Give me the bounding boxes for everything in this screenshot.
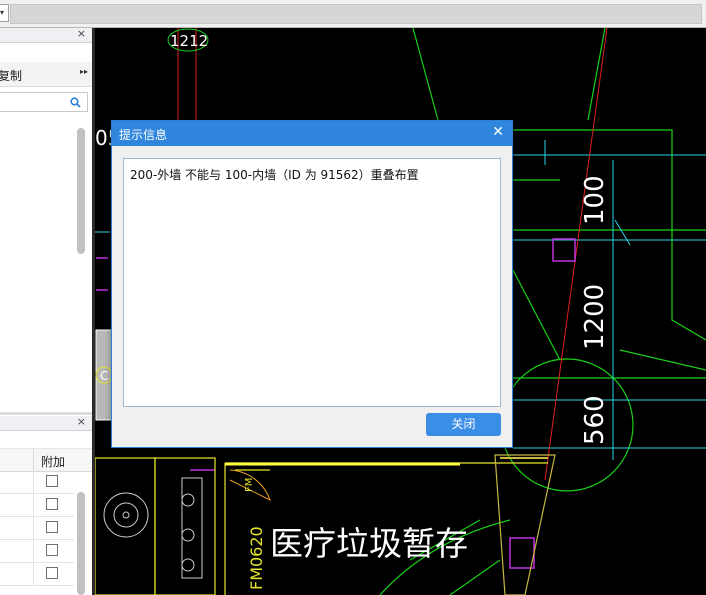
cad-circle-letter: C (100, 369, 108, 383)
dialog-title: 提示信息 (119, 128, 168, 142)
cad-room-name: 医疗垃圾暂存 (270, 524, 468, 563)
close-icon[interactable]: ✕ (492, 124, 504, 140)
copy-button[interactable]: 复制 (0, 67, 22, 84)
panel-splitter[interactable] (92, 28, 95, 595)
table-row[interactable] (0, 471, 74, 494)
left-panel: × 复制 ▸▸ × 附加 (0, 27, 92, 595)
cad-small-tag: FM (244, 478, 255, 492)
cad-door-tag: FM0620 (247, 526, 266, 590)
prompt-dialog: 提示信息 ✕ 200-外墙 不能与 100-内墙（ID 为 91562）重叠布置… (111, 120, 513, 448)
table-row[interactable] (0, 540, 74, 563)
close-button[interactable]: 关闭 (426, 413, 501, 436)
close-icon[interactable]: × (77, 415, 86, 428)
attach-checkbox[interactable] (46, 567, 58, 579)
cad-dimension-560: 560 (580, 395, 610, 445)
grid-scrollbar[interactable] (77, 492, 85, 595)
close-icon[interactable]: × (77, 27, 86, 40)
message-area[interactable]: 200-外墙 不能与 100-内墙（ID 为 91562）重叠布置 (123, 158, 501, 407)
table-row[interactable] (0, 563, 74, 586)
table-row[interactable] (0, 494, 74, 517)
grid-header-attach: 附加 (41, 455, 66, 469)
attach-checkbox[interactable] (46, 498, 58, 510)
grid-header: 附加 (0, 448, 92, 472)
attach-checkbox[interactable] (46, 475, 58, 487)
search-icon[interactable] (70, 97, 81, 108)
cad-dimension-100: 100 (580, 175, 610, 225)
attach-checkbox[interactable] (46, 544, 58, 556)
panel-toolbar: 复制 ▸▸ (0, 62, 92, 87)
cad-dimension-1200: 1200 (580, 284, 610, 350)
table-row[interactable] (0, 517, 74, 540)
dialog-titlebar[interactable]: 提示信息 ✕ (112, 121, 512, 146)
cad-top-dimension: 1212 (170, 32, 208, 50)
attach-checkbox[interactable] (46, 521, 58, 533)
panel-titlebar-top: × (0, 27, 92, 43)
dialog-message: 200-外墙 不能与 100-内墙（ID 为 91562）重叠布置 (130, 168, 419, 182)
double-chevron-right-icon[interactable]: ▸▸ (80, 67, 88, 76)
panel-titlebar-bottom: × (0, 415, 92, 431)
search-input[interactable] (0, 92, 88, 112)
tree-scrollbar[interactable] (77, 128, 85, 254)
